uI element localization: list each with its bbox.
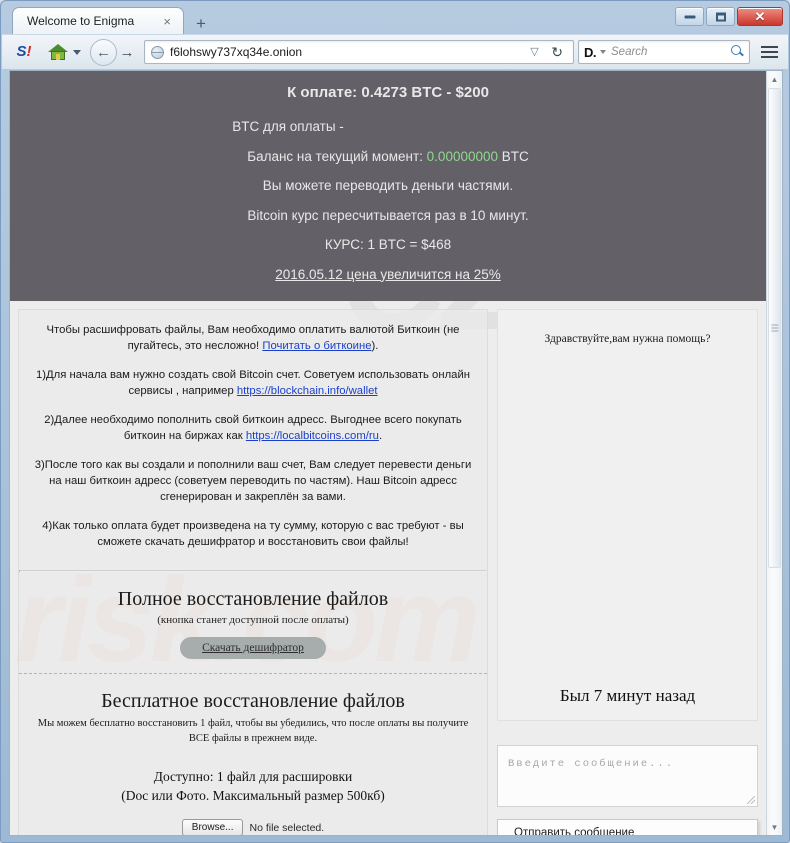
address-bar[interactable]: f6lohswy737xq34e.onion ↻ <box>144 40 574 64</box>
scroll-down-icon[interactable]: ▼ <box>767 819 782 835</box>
free-recovery-heading: Бесплатное восстановление файлов <box>101 690 405 713</box>
close-window-button[interactable]: ✕ <box>737 7 783 26</box>
chat-input[interactable]: Введите сообщение... <box>497 745 758 807</box>
bitcoin-info-link[interactable]: Почитать о биткоине <box>262 340 371 352</box>
balance-unit: BTC <box>501 148 529 164</box>
minimize-button[interactable] <box>675 7 704 26</box>
skype-icon[interactable]: S! <box>14 42 34 62</box>
intro-paragraph: Чтобы расшифровать файлы, Вам необходимо… <box>33 322 473 354</box>
free-recovery-description: Мы можем бесплатно восстановить 1 файл, … <box>37 718 469 744</box>
chevron-down-icon[interactable] <box>530 45 540 58</box>
full-recovery-heading: Полное восстановление файлов <box>117 588 389 611</box>
full-recovery-section: Полное восстановление файлов (кнопка ста… <box>19 572 487 673</box>
page-viewport: CZ risk.com К оплате: 0.4273 BTC - $200 … <box>9 70 783 836</box>
url-text: f6lohswy737xq34e.onion <box>170 45 303 59</box>
instructions-block: Чтобы расшифровать файлы, Вам необходимо… <box>19 310 487 570</box>
file-status-label: No file selected. <box>249 821 325 834</box>
step-2-paragraph: 2)Далее необходимо пополнить свой биткои… <box>33 412 473 444</box>
skype-icon-letter: S <box>16 43 27 60</box>
skype-icon-bang: ! <box>26 43 32 60</box>
duckduckgo-icon[interactable]: D. <box>584 45 597 60</box>
btc-address-text: BTC для оплаты - <box>232 119 344 134</box>
browser-tab[interactable]: Welcome to Enigma × <box>12 7 184 34</box>
close-icon: ✕ <box>754 9 766 24</box>
deadline-link[interactable]: 2016.05.12 цена увеличится на 25% <box>10 266 766 282</box>
search-bar[interactable]: D. Search <box>578 40 750 64</box>
title-bar: Welcome to Enigma × + ✕ <box>1 1 789 34</box>
send-message-button[interactable]: Отправить сообщение <box>497 819 758 835</box>
nav-buttons: ← → <box>90 38 139 66</box>
download-decryptor-button[interactable]: Скачать дешифратор <box>180 637 326 660</box>
step-3-paragraph: 3)После того как вы создали и пополнили … <box>34 459 472 504</box>
full-recovery-subtitle: (кнопка станет доступной после оплаты) <box>157 614 349 627</box>
step-1-paragraph: 1)Для начала вам нужно создать свой Bitc… <box>33 367 473 399</box>
scrollbar-grip-icon <box>771 324 778 332</box>
window-controls: ✕ <box>675 7 783 26</box>
exchange-rate: КУРС: 1 BTC = $468 <box>324 237 452 252</box>
chat-message: Здравствуйте,вам нужна помощь? <box>544 333 711 345</box>
new-tab-button[interactable]: + <box>190 15 212 32</box>
back-arrow-icon: ← <box>96 43 111 61</box>
rate-recalc-note: Bitcoin курс пересчитывается раз в 10 ми… <box>247 207 529 223</box>
deadline-link-text: 2016.05.12 цена увеличится на 25% <box>275 266 501 282</box>
content-columns: Чтобы расшифровать файлы, Вам необходимо… <box>10 301 766 835</box>
chevron-down-icon[interactable] <box>600 50 606 54</box>
scrollbar-thumb[interactable] <box>768 88 781 568</box>
chat-last-seen: Был 7 минут назад <box>559 686 696 705</box>
scroll-up-icon[interactable]: ▲ <box>767 71 782 87</box>
reload-icon[interactable]: ↻ <box>547 44 567 61</box>
partial-payment-note: Вы можете переводить деньги частями. <box>262 178 514 193</box>
resize-handle-icon[interactable] <box>747 796 755 804</box>
balance-label: Баланс на текущий момент: <box>247 148 423 164</box>
payment-title: К оплате: 0.4273 BTC - $200 <box>287 84 489 101</box>
tab-strip: Welcome to Enigma × + <box>12 6 212 34</box>
left-panel: Чтобы расшифровать файлы, Вам необходимо… <box>18 309 488 835</box>
chat-messages: Здравствуйте,вам нужна помощь? Был 7 мин… <box>497 309 758 721</box>
search-icon[interactable] <box>730 45 744 59</box>
chat-input-placeholder: Введите сообщение... <box>508 758 675 770</box>
file-upload-row: Browse... No file selected. <box>29 819 477 835</box>
browser-window: Welcome to Enigma × + ✕ S! ← → f6lohswy7… <box>0 0 790 843</box>
close-icon[interactable]: × <box>159 15 175 28</box>
tab-title: Welcome to Enigma <box>27 14 135 28</box>
maximize-button[interactable] <box>706 7 735 26</box>
forward-button[interactable]: → <box>115 39 139 65</box>
step-2-text-b: . <box>378 430 383 443</box>
navigation-toolbar: S! ← → f6lohswy737xq34e.onion ↻ D. Searc… <box>2 34 788 69</box>
chevron-down-icon[interactable] <box>73 49 81 55</box>
intro-text-a: Чтобы расшифровать файлы, Вам необходимо… <box>46 324 460 353</box>
vertical-scrollbar[interactable]: ▲ ▼ <box>766 71 782 835</box>
free-recovery-available: Доступно: 1 файл для расшировки <box>153 768 353 784</box>
balance-value: 0.00000000 <box>426 148 498 164</box>
menu-icon[interactable] <box>756 40 782 64</box>
page-content: CZ risk.com К оплате: 0.4273 BTC - $200 … <box>10 71 766 835</box>
home-icon[interactable] <box>47 42 69 62</box>
chat-panel: Здравствуйте,вам нужна помощь? Был 7 мин… <box>497 309 758 835</box>
chat-input-area: Введите сообщение... Отправить сообщение <box>497 745 758 835</box>
ransom-header: К оплате: 0.4273 BTC - $200 BTC для опла… <box>10 71 766 301</box>
free-recovery-section: Бесплатное восстановление файлов Мы може… <box>19 674 487 835</box>
search-input[interactable]: Search <box>611 46 730 58</box>
step-4-paragraph: 4)Как только оплата будет произведена на… <box>42 520 464 549</box>
localbitcoins-link[interactable]: https://localbitcoins.com/ru <box>246 430 379 442</box>
free-recovery-limits: (Doc или Фото. Максимальный размер 500кб… <box>121 787 385 803</box>
intro-text-b: ). <box>371 340 379 353</box>
balance-line: Баланс на текущий момент: 0.00000000 BTC <box>10 148 766 164</box>
forward-arrow-icon: → <box>119 43 135 61</box>
back-button[interactable]: ← <box>90 38 117 66</box>
globe-icon <box>151 45 164 59</box>
browse-button[interactable]: Browse... <box>181 819 244 835</box>
btc-address-line: BTC для оплаты - <box>10 120 766 134</box>
blockchain-wallet-link[interactable]: https://blockchain.info/wallet <box>237 385 378 397</box>
